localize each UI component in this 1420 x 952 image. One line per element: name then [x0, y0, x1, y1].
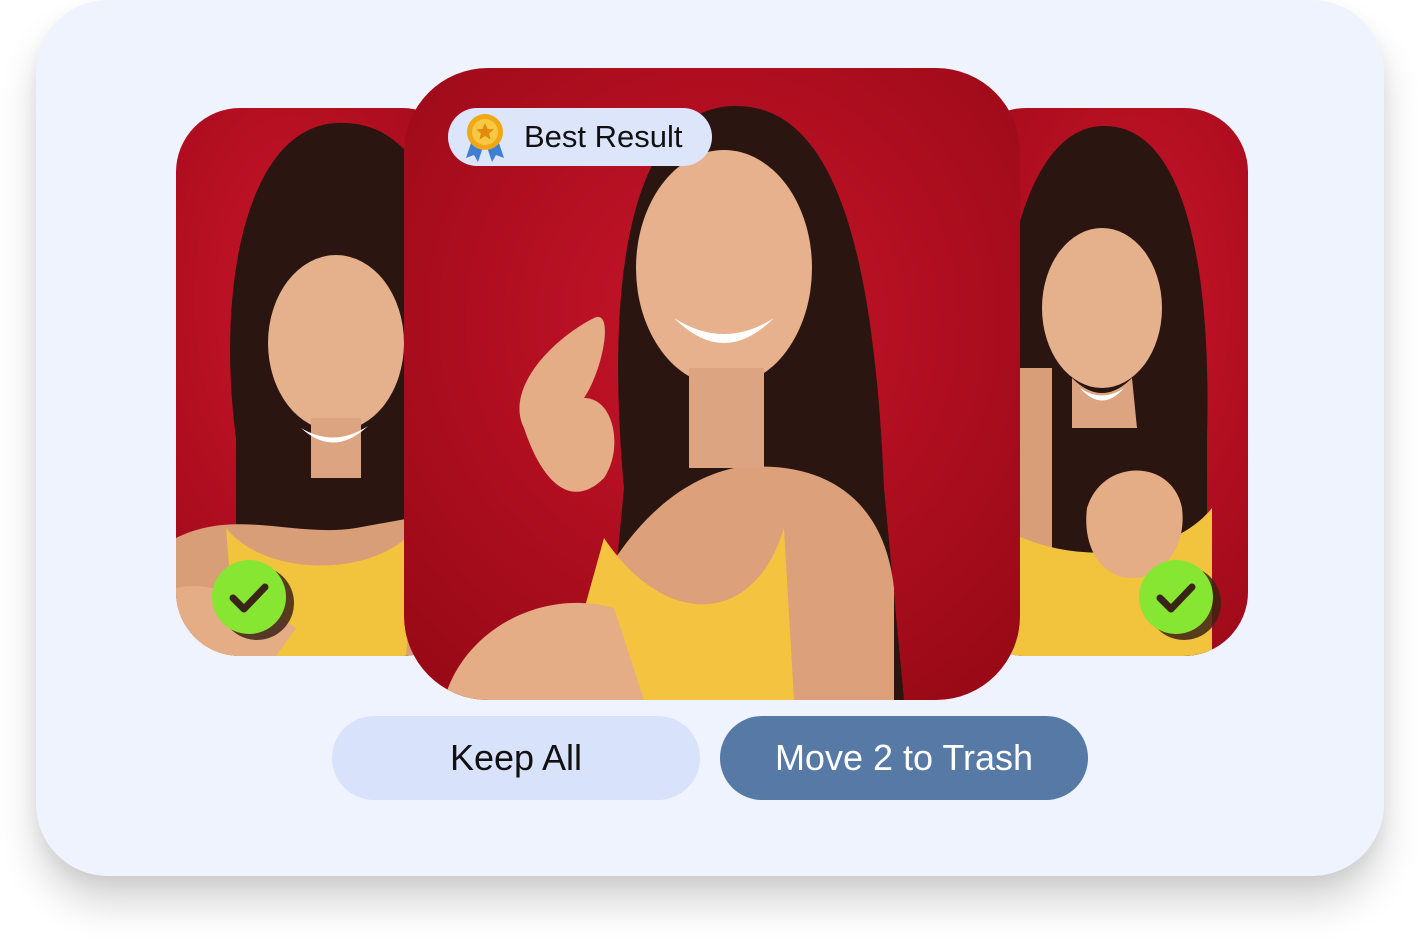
award-medal-icon	[462, 112, 508, 162]
selected-check-icon[interactable]	[212, 560, 286, 634]
move-to-trash-button[interactable]: Move 2 to Trash	[720, 716, 1088, 800]
selected-check-icon[interactable]	[1139, 560, 1213, 634]
best-result-badge: Best Result	[448, 108, 712, 166]
best-result-label: Best Result	[524, 119, 683, 154]
keep-all-button[interactable]: Keep All	[332, 716, 700, 800]
